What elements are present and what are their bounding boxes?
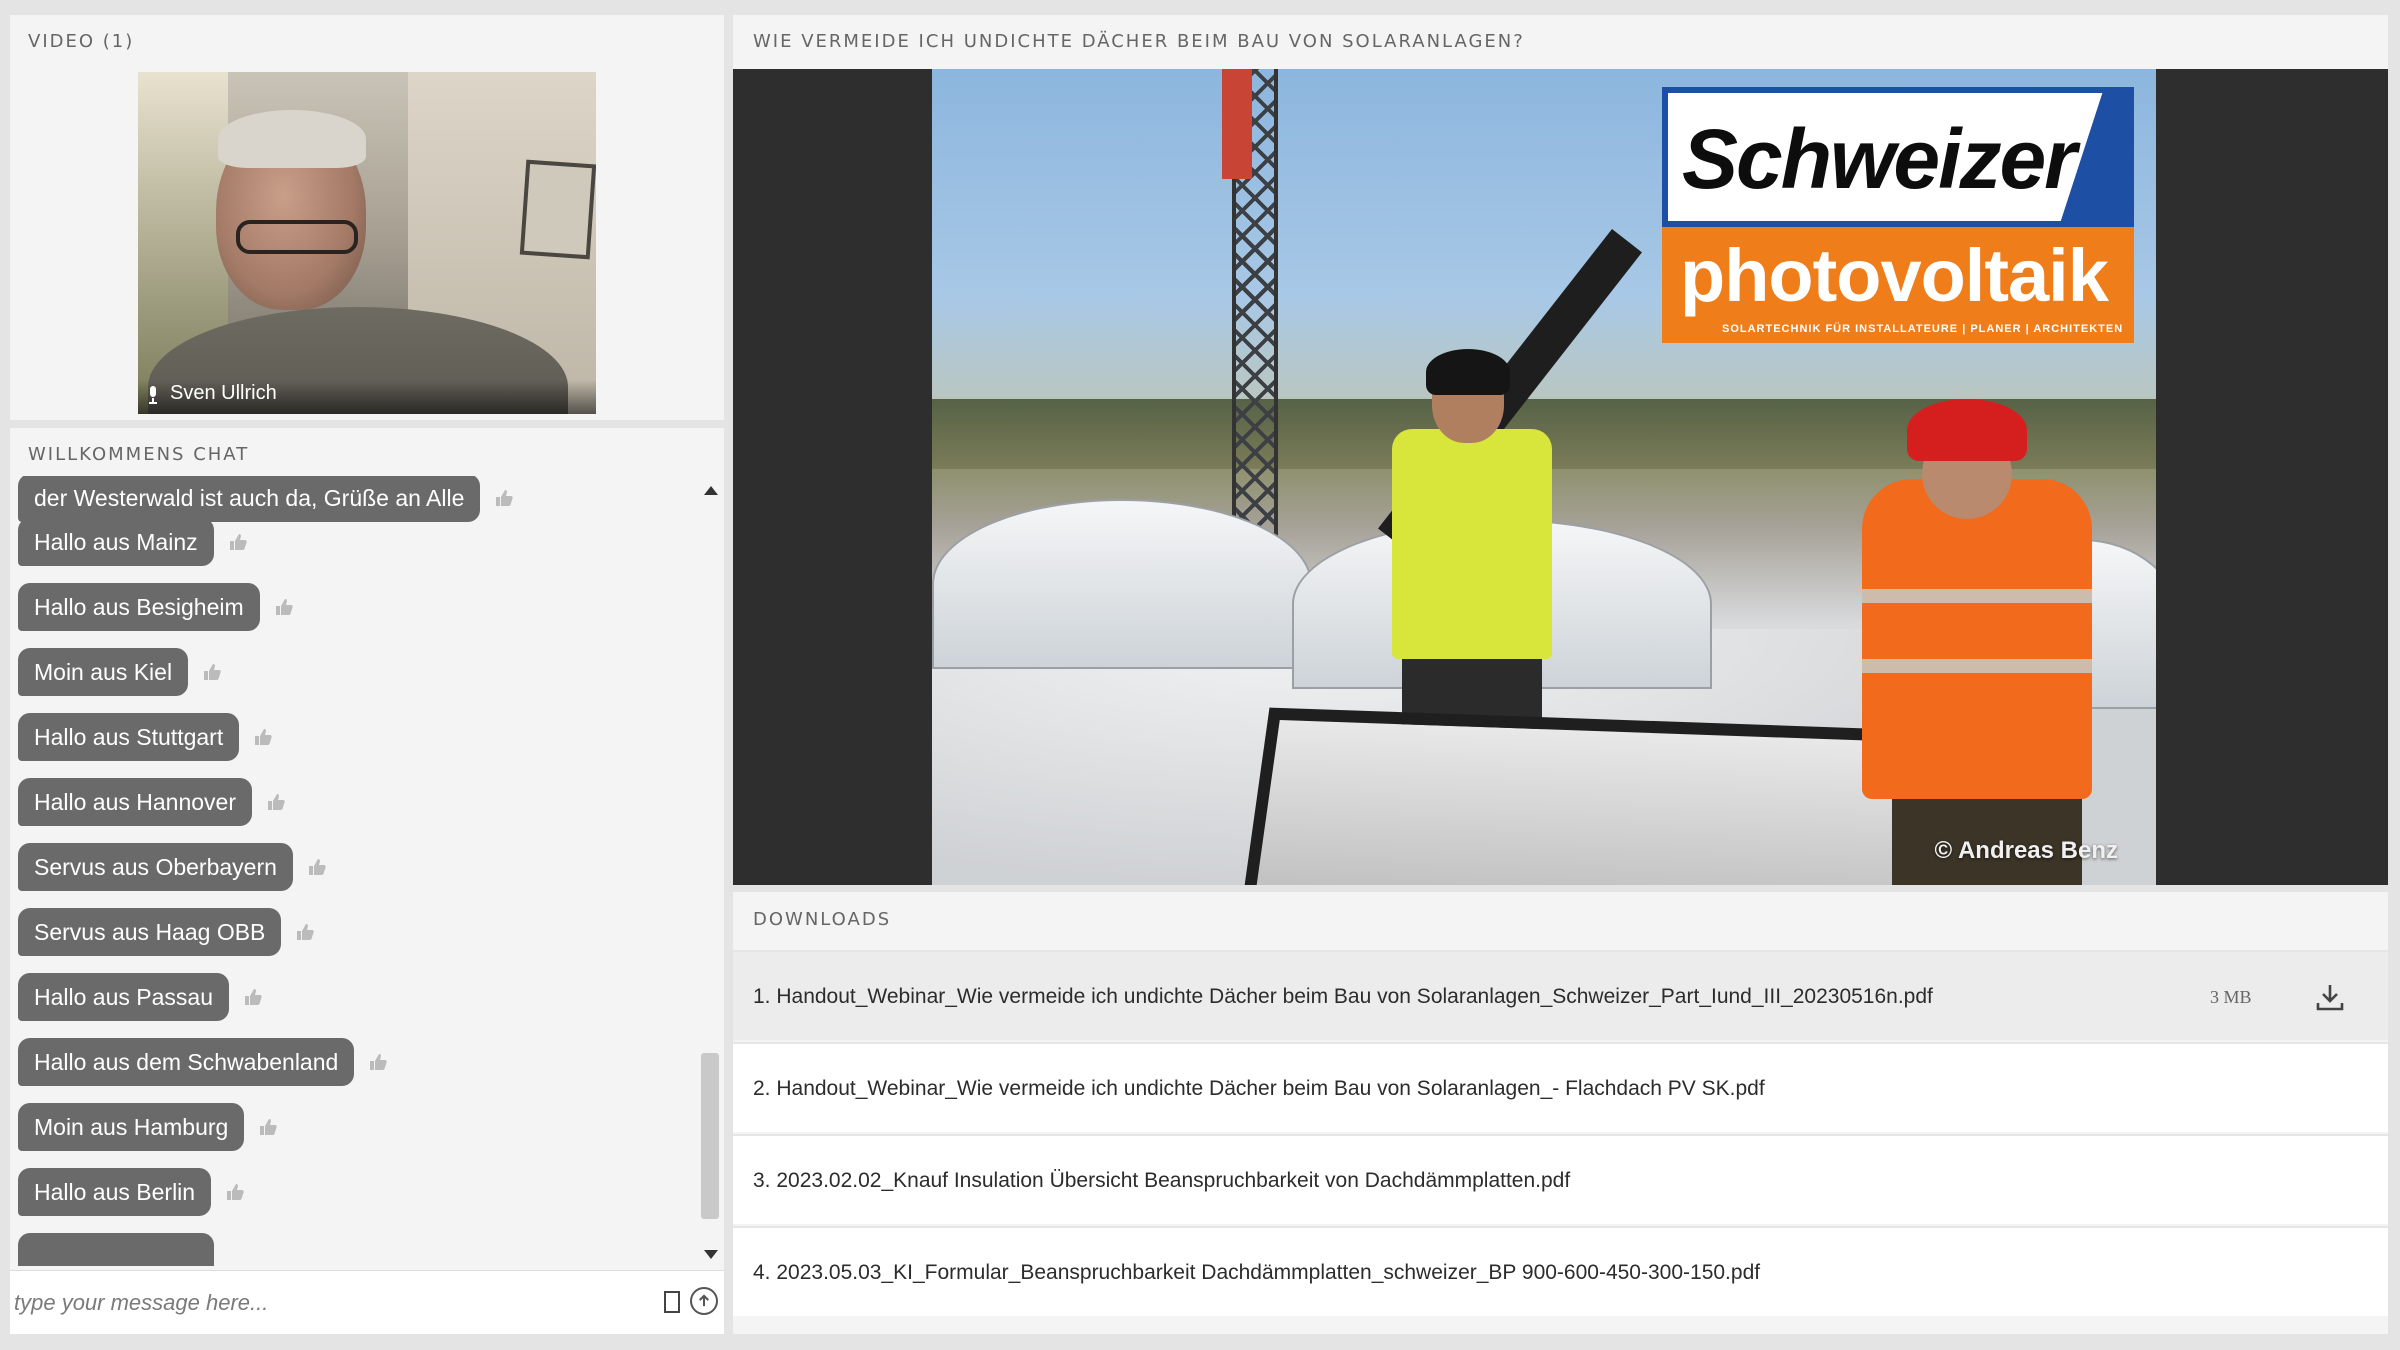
chat-pod-title: WILLKOMMENS CHAT [28, 444, 250, 465]
chat-message: Hallo aus Passau [18, 973, 263, 1021]
video-tile[interactable]: Sven Ullrich [138, 72, 596, 414]
chat-bubble: Servus aus Haag OBB [18, 908, 282, 956]
like-icon[interactable] [243, 987, 263, 1007]
send-icon[interactable] [690, 1287, 718, 1315]
like-icon[interactable] [274, 597, 294, 617]
slide-solar-panel [1237, 707, 1927, 885]
schweizer-photovoltaik-logo: Schweizer photovoltaik SOLARTECHNIK FÜR … [1662, 87, 2134, 343]
participant-hair [218, 110, 366, 168]
video-pod: VIDEO (1) Sven Ullrich [10, 15, 724, 420]
logo-top-band: Schweizer [1662, 87, 2134, 227]
logo-bottom-band: photovoltaik SOLARTECHNIK FÜR INSTALLATE… [1662, 227, 2134, 343]
chat-bubble: Hallo aus Hannover [18, 778, 253, 826]
slide-worker-black-helmet [1426, 349, 1510, 395]
chat-message-partial [18, 1233, 214, 1266]
chat-input-bar [10, 1270, 724, 1334]
video-pod-title: VIDEO (1) [28, 31, 135, 52]
chat-bubble: Hallo aus Stuttgart [18, 713, 240, 761]
downloads-pod-title: DOWNLOADS [753, 909, 892, 930]
chat-bubble: Hallo aus dem Schwabenland [18, 1038, 355, 1086]
chat-message: Moin aus Kiel [18, 648, 222, 696]
chat-bubble-partial [18, 1233, 214, 1266]
chat-bubble: Hallo aus Mainz [18, 518, 214, 566]
photo-credit: © Andreas Benz [1934, 837, 2118, 864]
slide-vest-stripe [1862, 589, 2092, 603]
download-file-name[interactable]: 1. Handout_Webinar_Wie vermeide ich undi… [753, 952, 1933, 1042]
logo-tagline: SOLARTECHNIK FÜR INSTALLATEURE | PLANER … [1722, 323, 2124, 335]
chat-bubble: der Westerwald ist auch da, Grüße an All… [18, 476, 481, 522]
download-row[interactable]: 3. 2023.02.02_Knauf Insulation Übersicht… [733, 1134, 2388, 1224]
downloads-pod: DOWNLOADS 1. Handout_Webinar_Wie vermeid… [733, 892, 2388, 1334]
chat-message-list[interactable]: der Westerwald ist auch da, Grüße an All… [10, 476, 710, 1266]
chat-bubble: Hallo aus Passau [18, 973, 229, 1021]
chat-pod: WILLKOMMENS CHAT der Westerwald ist auch… [10, 428, 724, 1334]
slide-skylight [932, 499, 1312, 669]
video-background-picture-frame [519, 159, 596, 260]
chat-message: Hallo aus Besigheim [18, 583, 294, 631]
chat-bubble: Hallo aus Besigheim [18, 583, 260, 631]
participant-name: Sven Ullrich [170, 382, 277, 404]
like-icon[interactable] [266, 792, 286, 812]
chat-message: Hallo aus Berlin [18, 1168, 245, 1216]
download-file-name[interactable]: 3. 2023.02.02_Knauf Insulation Übersicht… [753, 1136, 1570, 1226]
chat-message-input[interactable] [14, 1281, 644, 1325]
slide-photo: Schweizer photovoltaik SOLARTECHNIK FÜR … [932, 69, 2156, 885]
share-stage: Schweizer photovoltaik SOLARTECHNIK FÜR … [733, 69, 2388, 885]
participant-glasses [236, 220, 358, 254]
chat-scroll-up-arrow[interactable] [704, 486, 718, 495]
download-row[interactable]: 1. Handout_Webinar_Wie vermeide ich undi… [733, 950, 2388, 1040]
slide-worker-yellow-vest [1392, 429, 1552, 659]
microphone-icon [149, 386, 157, 404]
slide-vest-stripe [1862, 659, 2092, 673]
download-row[interactable]: 4. 2023.05.03_KI_Formular_Beanspruchbark… [733, 1226, 2388, 1316]
download-file-name[interactable]: 2. Handout_Webinar_Wie vermeide ich undi… [753, 1044, 1765, 1134]
logo-brand-text: Schweizer [1682, 112, 2077, 206]
slide-worker-orange-vest [1862, 479, 2092, 799]
like-icon[interactable] [258, 1117, 278, 1137]
chat-scroll-down-arrow[interactable] [704, 1250, 718, 1259]
chat-message: der Westerwald ist auch da, Grüße an All… [18, 476, 514, 522]
chat-message: Hallo aus Hannover [18, 778, 286, 826]
download-icon[interactable] [2315, 982, 2345, 1012]
like-icon[interactable] [253, 727, 273, 747]
chat-message: Moin aus Hamburg [18, 1103, 278, 1151]
like-icon[interactable] [307, 857, 327, 877]
download-row[interactable]: 2. Handout_Webinar_Wie vermeide ich undi… [733, 1042, 2388, 1132]
share-pod: WIE VERMEIDE ICH UNDICHTE DÄCHER BEIM BA… [733, 15, 2388, 885]
chat-message: Servus aus Oberbayern [18, 843, 327, 891]
logo-sub-text: photovoltaik [1680, 234, 2109, 317]
download-file-name[interactable]: 4. 2023.05.03_KI_Formular_Beanspruchbark… [753, 1228, 1760, 1318]
chat-bubble: Moin aus Kiel [18, 648, 189, 696]
chat-bubble: Servus aus Oberbayern [18, 843, 293, 891]
like-icon[interactable] [225, 1182, 245, 1202]
share-pod-title: WIE VERMEIDE ICH UNDICHTE DÄCHER BEIM BA… [753, 31, 1525, 52]
slide-worker-red-helmet [1907, 399, 2027, 461]
like-icon[interactable] [202, 662, 222, 682]
like-icon[interactable] [368, 1052, 388, 1072]
emoji-icon[interactable] [664, 1291, 680, 1313]
like-icon[interactable] [295, 922, 315, 942]
chat-message: Hallo aus dem Schwabenland [18, 1038, 388, 1086]
chat-bubble: Hallo aus Berlin [18, 1168, 212, 1216]
chat-message: Hallo aus Mainz [18, 518, 248, 566]
chat-scrollbar-thumb[interactable] [701, 1053, 719, 1219]
chat-bubble: Moin aus Hamburg [18, 1103, 245, 1151]
like-icon[interactable] [228, 532, 248, 552]
chat-message: Hallo aus Stuttgart [18, 713, 273, 761]
slide-crane-marker [1222, 69, 1252, 179]
like-icon[interactable] [494, 488, 514, 508]
chat-message: Servus aus Haag OBB [18, 908, 315, 956]
download-file-size: 3 MB [2210, 987, 2252, 1007]
